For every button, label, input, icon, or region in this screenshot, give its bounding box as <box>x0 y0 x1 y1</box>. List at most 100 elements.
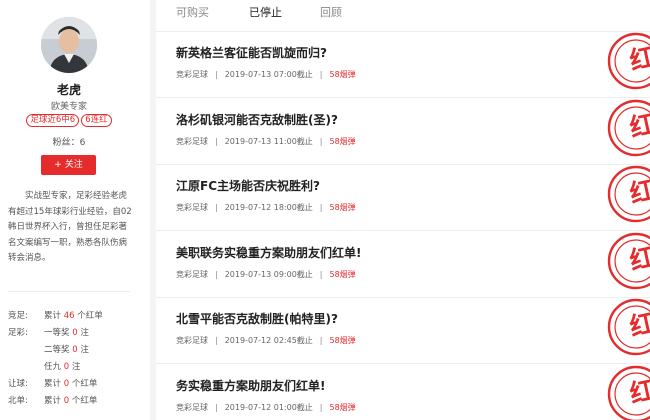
plan-item[interactable]: 江原FC主场能否庆祝胜利? 竞彩足球 | 2019-07-12 18:00截止 | 58烟… <box>156 165 650 231</box>
plan-meta: 竞彩足球 | 2019-07-12 02:45截止 | 58烟弹 <box>176 335 356 346</box>
stat-suffix: 个红单 <box>71 379 98 389</box>
stamp-text: 红 <box>627 308 650 342</box>
divider <box>8 291 130 292</box>
plan-deadline: 2019-07-13 11:00截止 <box>224 136 313 146</box>
plan-list-panel: 可购买 已停止 回顾 新英格兰客征能否凯旋而归? 竞彩足球 | 2019-07-13 … <box>156 0 650 420</box>
stat-number: 46 <box>63 311 75 321</box>
plan-item[interactable]: 美职联务实稳重方案助朋友们红单! 竞彩足球 | 2019-07-13 09:00截止 |… <box>156 232 650 298</box>
stamp-text: 红 <box>627 375 650 409</box>
stat-prefix: 二等奖 <box>44 345 70 355</box>
stat-prefix: 累计 <box>44 379 62 389</box>
separator: | <box>319 136 323 146</box>
streak-badge: 6连红 <box>81 114 112 127</box>
plan-category: 竞彩足球 <box>176 203 208 212</box>
plan-category: 竞彩足球 <box>176 336 208 345</box>
plan-meta: 竞彩足球 | 2019-07-13 07:00截止 | 58烟弹 <box>176 69 356 80</box>
stat-number: 0 <box>72 328 78 338</box>
stat-value: 累计 0 个红单 <box>44 394 97 406</box>
separator: | <box>319 203 323 212</box>
stamp-text: 红 <box>627 175 650 209</box>
stamp-text: 红 <box>627 42 650 76</box>
separator: | <box>319 402 323 412</box>
plan-meta: 竞彩足球 | 2019-07-12 18:00截止 | 58烟弹 <box>176 202 356 213</box>
tab-stopped[interactable]: 已停止 <box>249 4 282 20</box>
fans-number: 6 <box>79 138 86 148</box>
plan-meta: 竞彩足球 | 2019-07-13 11:00截止 | 58烟弹 <box>176 136 356 147</box>
plan-price: 58烟弹 <box>329 203 356 212</box>
plan-title[interactable]: 新英格兰客征能否凯旋而归? <box>176 44 327 61</box>
plan-deadline: 2019-07-12 18:00截止 <box>224 203 313 212</box>
plan-title[interactable]: 务实稳重方案助朋友们红单! <box>176 377 325 394</box>
stat-label: 竞足: <box>8 311 28 321</box>
plan-deadline: 2019-07-12 01:00截止 <box>224 402 313 412</box>
badge-group: 足球近6中6 6连红 <box>0 114 138 127</box>
result-stamp: 红 <box>602 28 650 90</box>
plan-price: 58烟弹 <box>329 70 356 79</box>
result-stamp: 红 <box>602 161 650 223</box>
plan-title[interactable]: 江原FC主场能否庆祝胜利? <box>176 177 320 194</box>
separator: | <box>319 336 323 345</box>
expert-bio: 实战型专家，足彩经验老虎有超过15年球彩行业经验，自02韩日世界杯入行，曾担任足… <box>8 191 132 263</box>
separator: | <box>319 70 323 79</box>
red-stamp-icon: 红 <box>607 32 650 90</box>
stat-suffix: 注 <box>71 362 81 372</box>
plan-title[interactable]: 美职联务实稳重方案助朋友们红单! <box>176 244 361 261</box>
fans-count: 粉丝：6 <box>0 135 138 148</box>
result-stamp: 红 <box>602 294 650 356</box>
expert-name: 老虎 <box>56 83 81 97</box>
stat-number: 0 <box>63 362 70 372</box>
stat-prefix: 任九 <box>44 362 62 372</box>
fans-label: 粉丝： <box>52 138 80 148</box>
tab-review[interactable]: 回顾 <box>320 4 342 20</box>
avatar[interactable] <box>41 17 97 73</box>
stat-value: 二等奖 0 注 <box>44 343 89 355</box>
separator: | <box>215 269 218 279</box>
stat-suffix: 个红单 <box>77 311 103 321</box>
separator: | <box>215 336 218 345</box>
avatar-image <box>41 17 97 73</box>
stat-value: 任九 0 注 <box>44 360 80 372</box>
plan-deadline: 2019-07-13 07:00截止 <box>224 70 313 79</box>
stat-prefix: 累计 <box>44 311 62 321</box>
plan-price: 58烟弹 <box>329 136 356 146</box>
follow-button[interactable]: + 关注 <box>41 155 96 175</box>
plan-deadline: 2019-07-13 09:00截止 <box>224 269 313 279</box>
stat-value: 一等奖 0 注 <box>44 326 89 338</box>
record-badge: 足球近6中6 <box>26 114 80 127</box>
stat-number: 0 <box>63 379 70 389</box>
stat-value: 累计 46 个红单 <box>44 309 103 321</box>
plan-item[interactable]: 洛杉矶银河能否克敌制胜(圣)? 竞彩足球 | 2019-07-13 11:00截止 | 5… <box>156 99 650 165</box>
separator: | <box>215 402 218 412</box>
plan-price: 58烟弹 <box>329 336 356 345</box>
stat-label: 让球: <box>8 379 28 389</box>
plan-title[interactable]: 北雪平能否克敌制胜(帕特里)? <box>176 310 338 327</box>
result-stamp: 红 <box>602 95 650 157</box>
plan-item[interactable]: 北雪平能否克敌制胜(帕特里)? 竞彩足球 | 2019-07-12 02:45截止 | 5… <box>156 298 650 364</box>
stat-label: 北单: <box>8 396 28 406</box>
stat-prefix: 一等奖 <box>44 328 70 338</box>
stat-suffix: 注 <box>80 345 89 355</box>
plan-item[interactable]: 务实稳重方案助朋友们红单! 竞彩足球 | 2019-07-12 01:00截止 | 58烟… <box>156 365 650 420</box>
separator: | <box>215 136 218 146</box>
plan-category: 竞彩足球 <box>176 136 208 146</box>
plan-price: 58烟弹 <box>329 269 356 279</box>
plan-price: 58烟弹 <box>329 402 356 412</box>
expert-title: 欧美专家 <box>50 102 87 112</box>
separator: | <box>319 269 323 279</box>
stat-suffix: 个红单 <box>71 396 98 406</box>
stat-number: 0 <box>72 345 78 355</box>
red-stamp-icon: 红 <box>607 298 650 356</box>
red-stamp-icon: 红 <box>607 165 650 223</box>
separator: | <box>215 70 218 79</box>
plan-meta: 竞彩足球 | 2019-07-13 09:00截止 | 58烟弹 <box>176 269 356 280</box>
tab-available[interactable]: 可购买 <box>176 4 209 20</box>
plan-deadline: 2019-07-12 02:45截止 <box>224 336 313 345</box>
plan-title[interactable]: 洛杉矶银河能否克敌制胜(圣)? <box>176 111 338 128</box>
plan-item[interactable]: 新英格兰客征能否凯旋而归? 竞彩足球 | 2019-07-13 07:00截止 | 58烟… <box>156 32 650 98</box>
stat-number: 0 <box>63 396 70 406</box>
stat-suffix: 注 <box>80 328 89 338</box>
stat-prefix: 累计 <box>44 396 62 406</box>
stamp-text: 红 <box>627 109 650 143</box>
stat-label: 足彩: <box>8 328 28 338</box>
tab-bar: 可购买 已停止 回顾 <box>156 0 650 32</box>
